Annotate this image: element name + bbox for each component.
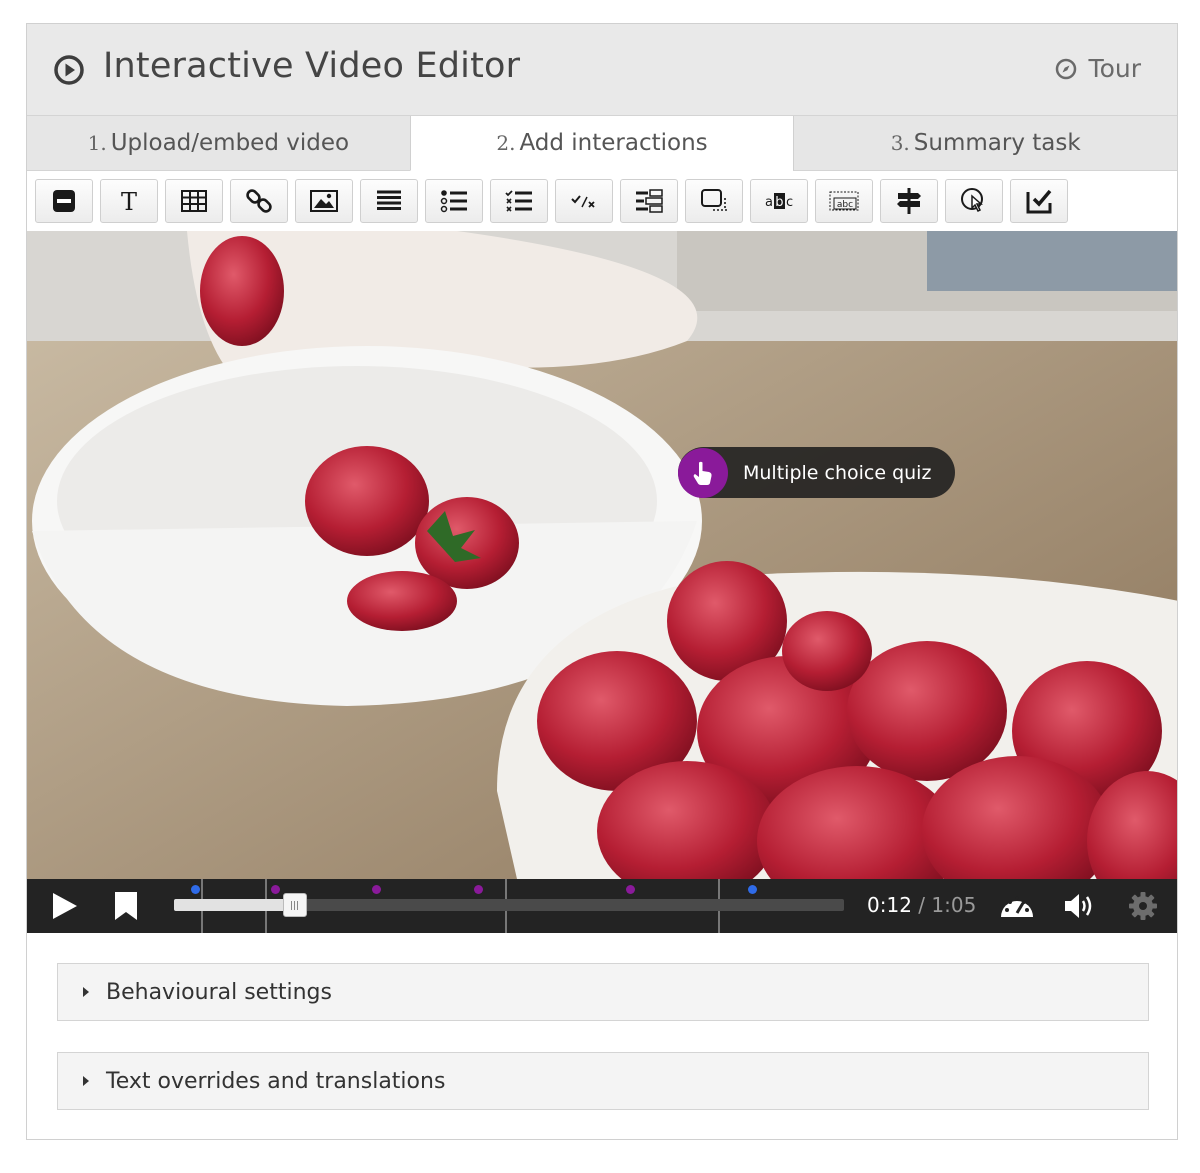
tab-number: 2. bbox=[496, 131, 516, 155]
navigation-hotspot-button[interactable] bbox=[945, 179, 1003, 223]
play-icon[interactable] bbox=[51, 892, 79, 920]
table-button[interactable] bbox=[165, 179, 223, 223]
caret-right-icon bbox=[83, 987, 89, 997]
video-canvas[interactable]: Multiple choice quiz bbox=[27, 231, 1177, 879]
svg-text:c: c bbox=[786, 195, 793, 210]
tab-summary-task[interactable]: 3. Summary task bbox=[793, 116, 1178, 171]
playback-speed-icon[interactable] bbox=[999, 891, 1035, 921]
svg-text:abc: abc bbox=[837, 200, 853, 210]
drag-and-drop-button[interactable] bbox=[620, 179, 678, 223]
tab-label: Upload/embed video bbox=[110, 130, 350, 156]
tab-label: Summary task bbox=[913, 130, 1081, 156]
free-text-question-button[interactable] bbox=[1010, 179, 1068, 223]
time-separator: / bbox=[918, 893, 926, 917]
tour-label: Tour bbox=[1088, 54, 1141, 83]
svg-text:a: a bbox=[765, 195, 773, 210]
free-text-question-icon bbox=[1026, 189, 1052, 214]
progress-slider[interactable] bbox=[174, 893, 844, 917]
crossroads-button[interactable] bbox=[880, 179, 938, 223]
tab-number: 1. bbox=[87, 131, 107, 155]
tab-number: 3. bbox=[890, 131, 910, 155]
interaction-marker[interactable] bbox=[626, 885, 635, 894]
image-icon bbox=[310, 190, 338, 212]
tab-upload-embed-video[interactable]: 1. Upload/embed video bbox=[27, 116, 410, 171]
video-frame-image bbox=[27, 231, 1177, 879]
interaction-marker[interactable] bbox=[271, 885, 280, 894]
label-button[interactable] bbox=[35, 179, 93, 223]
bookmark-marker[interactable] bbox=[748, 885, 757, 894]
table-icon bbox=[181, 190, 207, 212]
tour-button[interactable]: Tour bbox=[1055, 54, 1141, 83]
true-false-icon bbox=[571, 195, 595, 208]
editor-header: Interactive Video Editor Tour bbox=[27, 24, 1177, 116]
current-time: 0:12 bbox=[867, 893, 912, 917]
editor-frame: Interactive Video Editor Tour 1. Upload/… bbox=[26, 23, 1178, 1140]
behavioural-settings-accordion[interactable]: Behavioural settings bbox=[57, 963, 1149, 1021]
accordion-label: Behavioural settings bbox=[106, 979, 332, 1005]
hotspot-label: Multiple choice quiz bbox=[743, 461, 932, 484]
mark-the-words-button[interactable] bbox=[685, 179, 743, 223]
play-circle-icon bbox=[54, 55, 84, 85]
link-icon bbox=[246, 189, 272, 213]
mark-the-words-icon bbox=[701, 189, 727, 211]
duration: 1:05 bbox=[931, 893, 977, 917]
text-button[interactable]: T bbox=[100, 179, 158, 223]
volume-icon[interactable] bbox=[1063, 892, 1097, 920]
true-false-button[interactable] bbox=[555, 179, 613, 223]
caret-right-icon bbox=[83, 1076, 89, 1086]
text-icon: T bbox=[121, 188, 137, 216]
compass-icon bbox=[1055, 58, 1076, 79]
interaction-marker[interactable] bbox=[372, 885, 381, 894]
time-display: 0:12 / 1:05 bbox=[867, 893, 976, 917]
svg-text:T: T bbox=[121, 188, 137, 216]
video-controls: 0:12 / 1:05 bbox=[27, 879, 1177, 933]
bookmark-icon[interactable] bbox=[114, 892, 138, 920]
drag-and-drop-icon bbox=[636, 189, 663, 213]
single-choice-set-icon bbox=[440, 190, 467, 213]
navigation-hotspot-icon bbox=[961, 188, 983, 213]
step-tabs: 1. Upload/embed video 2. Add interaction… bbox=[27, 116, 1178, 171]
page-title: Interactive Video Editor bbox=[103, 46, 521, 86]
fill-in-blanks-icon: abc bbox=[829, 191, 859, 211]
label-icon bbox=[53, 190, 75, 212]
drag-text-icon: abc bbox=[765, 193, 793, 210]
single-choice-set-button[interactable] bbox=[425, 179, 483, 223]
crossroads-icon bbox=[897, 188, 921, 214]
tab-label: Add interactions bbox=[519, 130, 708, 156]
progress-thumb[interactable] bbox=[282, 893, 307, 917]
fill-in-blanks-button[interactable]: abc bbox=[815, 179, 873, 223]
interaction-toolbar: T abc abc bbox=[27, 171, 1177, 231]
accordion-label: Text overrides and translations bbox=[106, 1068, 446, 1094]
settings-gear-icon[interactable] bbox=[1128, 891, 1158, 921]
tab-add-interactions[interactable]: 2. Add interactions bbox=[409, 116, 794, 171]
statements-icon bbox=[377, 190, 401, 210]
svg-text:b: b bbox=[775, 195, 783, 210]
hand-pointer-icon bbox=[678, 447, 728, 498]
progress-played bbox=[174, 899, 295, 911]
bookmark-marker[interactable] bbox=[191, 885, 200, 894]
drag-text-button[interactable]: abc bbox=[750, 179, 808, 223]
multiple-choice-icon bbox=[505, 190, 532, 212]
text-overrides-accordion[interactable]: Text overrides and translations bbox=[57, 1052, 1149, 1110]
link-button[interactable] bbox=[230, 179, 288, 223]
interaction-marker[interactable] bbox=[474, 885, 483, 894]
image-button[interactable] bbox=[295, 179, 353, 223]
interaction-hotspot-multiple-choice[interactable]: Multiple choice quiz bbox=[678, 447, 956, 498]
multiple-choice-button[interactable] bbox=[490, 179, 548, 223]
statements-button[interactable] bbox=[360, 179, 418, 223]
